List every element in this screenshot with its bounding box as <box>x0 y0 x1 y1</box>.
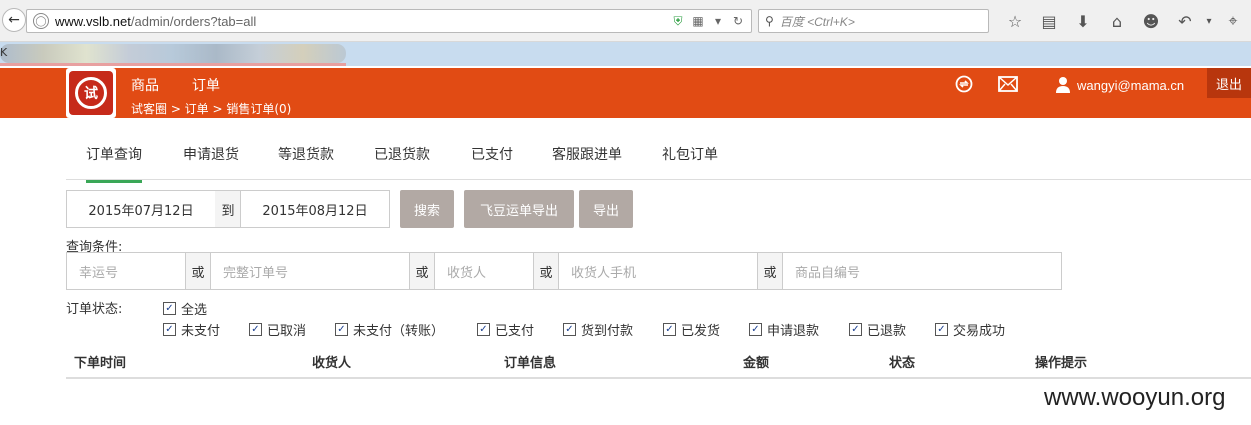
col-receiver: 收货人 <box>312 356 352 371</box>
undo-icon[interactable]: ↶ <box>1168 12 1202 31</box>
watermark: www.wooyun.org <box>1044 384 1226 411</box>
checkbox-completed[interactable]: ✓ 交易成功 <box>935 320 1005 339</box>
bookmark-underline <box>0 63 346 66</box>
download-icon[interactable]: ⬇ <box>1066 12 1100 31</box>
url-text: www.vslb.net/admin/orders?tab=all <box>55 13 257 29</box>
user-menu[interactable]: wangyi@mama.cn <box>1054 76 1184 94</box>
tab-paid[interactable]: 已支付 <box>471 144 513 180</box>
checkmark-icon: ✓ <box>163 323 176 336</box>
checkmark-icon: ✓ <box>663 323 676 336</box>
nav-orders[interactable]: 订单 <box>192 75 220 95</box>
back-arrow-icon[interactable]: ← <box>2 8 26 32</box>
checkmark-icon: ✓ <box>849 323 862 336</box>
search-placeholder: 百度 <Ctrl+K> <box>779 14 855 29</box>
col-order-info: 订单信息 <box>504 356 557 371</box>
checkbox-shipped[interactable]: ✓ 已发货 <box>663 320 720 339</box>
or-label: 或 <box>533 253 559 289</box>
lucky-number-input[interactable]: 幸运号 <box>67 253 185 289</box>
date-from-input[interactable]: 2015年07月12日 <box>66 190 216 228</box>
browser-toolbar: ← ◯ www.vslb.net/admin/orders?tab=all ⛨ … <box>0 0 1251 42</box>
shield-icon[interactable]: ⛨ <box>671 14 685 28</box>
checkbox-request-refund[interactable]: ✓ 申请退款 <box>749 320 819 339</box>
qr-code-icon[interactable]: ▦ <box>691 14 705 28</box>
checkbox-cod[interactable]: ✓ 货到付款 <box>563 320 633 339</box>
col-status: 状态 <box>889 356 916 371</box>
checkmark-icon: ✓ <box>563 323 576 336</box>
tab-request-return[interactable]: 申请退货 <box>183 144 239 180</box>
receiver-phone-input[interactable]: 收货人手机 <box>559 253 757 289</box>
logo-mark: 试 <box>75 77 107 109</box>
checkbox-unpaid[interactable]: ✓ 未支付 <box>163 320 220 339</box>
date-to-input[interactable]: 2015年08月12日 <box>240 190 390 228</box>
tab-gift-orders[interactable]: 礼包订单 <box>662 144 718 180</box>
checkmark-icon: ✓ <box>749 323 762 336</box>
or-label: 或 <box>409 253 435 289</box>
checkmark-icon: ✓ <box>935 323 948 336</box>
user-icon <box>1056 77 1070 93</box>
export-feidou-button[interactable]: 飞豆运单导出 <box>464 190 574 228</box>
address-bar[interactable]: ◯ www.vslb.net/admin/orders?tab=all ⛨ ▦ … <box>26 9 752 33</box>
refresh-circle-icon[interactable] <box>954 74 974 94</box>
date-to-label: 到 <box>215 190 241 228</box>
tab-order-query[interactable]: 订单查询 <box>86 144 142 183</box>
checkbox-refunded[interactable]: ✓ 已退款 <box>849 320 906 339</box>
tab-customer-service[interactable]: 客服跟进单 <box>552 144 622 180</box>
order-tabs: 订单查询 申请退货 等退货款 已退货款 已支付 客服跟进单 礼包订单 <box>66 128 1251 183</box>
reading-list-icon[interactable]: ▤ <box>1032 12 1066 31</box>
checkmark-icon: ✓ <box>163 302 176 315</box>
orders-table-header: 下单时间 收货人 订单信息 金额 状态 操作提示 <box>66 349 1251 379</box>
receiver-input[interactable]: 收货人 <box>435 253 533 289</box>
crop-icon[interactable]: ⌖ <box>1216 11 1250 31</box>
col-actions: 操作提示 <box>1035 356 1088 371</box>
or-label: 或 <box>185 253 211 289</box>
chat-icon[interactable]: ☻ <box>1134 12 1168 31</box>
mail-icon[interactable] <box>998 74 1018 94</box>
home-icon[interactable]: ⌂ <box>1100 12 1134 31</box>
browser-search-box[interactable]: ⚲ 百度 <Ctrl+K> <box>758 9 989 33</box>
reload-icon[interactable]: ↻ <box>731 14 745 28</box>
checkbox-cancelled[interactable]: ✓ 已取消 <box>249 320 306 339</box>
logout-button[interactable]: 退出 <box>1207 68 1251 98</box>
search-button[interactable]: 搜索 <box>400 190 454 228</box>
checkmark-icon: ✓ <box>249 323 262 336</box>
or-label: 或 <box>757 253 783 289</box>
order-number-input[interactable]: 完整订单号 <box>211 253 409 289</box>
checkmark-icon: ✓ <box>335 323 348 336</box>
dropdown-arrow-icon[interactable]: ▾ <box>711 14 725 28</box>
checkbox-unpaid-transfer[interactable]: ✓ 未支付（转账） <box>335 320 444 339</box>
bookmarks-bar: K <box>0 42 1251 66</box>
blurred-bookmarks <box>0 44 346 63</box>
user-email: wangyi@mama.cn <box>1077 77 1185 93</box>
tab-await-refund[interactable]: 等退货款 <box>278 144 334 180</box>
breadcrumb: 试客圈 > 订单 > 销售订单(0) <box>131 102 292 116</box>
product-code-input[interactable]: 商品自编号 <box>783 253 1061 289</box>
menu-dropdown-icon[interactable]: ▾ <box>1202 16 1216 27</box>
globe-icon: ◯ <box>33 13 49 29</box>
col-amount: 金额 <box>743 356 770 371</box>
col-order-time: 下单时间 <box>74 356 127 371</box>
checkbox-paid[interactable]: ✓ 已支付 <box>477 320 534 339</box>
bookmark-marker: K <box>0 46 8 59</box>
tab-refunded[interactable]: 已退货款 <box>374 144 430 180</box>
checkbox-select-all[interactable]: ✓ 全选 <box>163 299 207 318</box>
conditions-row: 幸运号 或 完整订单号 或 收货人 或 收货人手机 或 商品自编号 <box>66 252 1062 290</box>
bookmark-star-icon[interactable]: ☆ <box>998 12 1032 31</box>
site-logo[interactable]: 试 <box>66 68 116 118</box>
search-icon: ⚲ <box>765 14 774 28</box>
app-header: 试 商品 订单 试客圈 > 订单 > 销售订单(0) wangyi@mama.c… <box>0 68 1251 118</box>
checkmark-icon: ✓ <box>477 323 490 336</box>
order-status-label: 订单状态: <box>66 302 123 317</box>
nav-products[interactable]: 商品 <box>131 75 159 95</box>
export-button[interactable]: 导出 <box>579 190 633 228</box>
